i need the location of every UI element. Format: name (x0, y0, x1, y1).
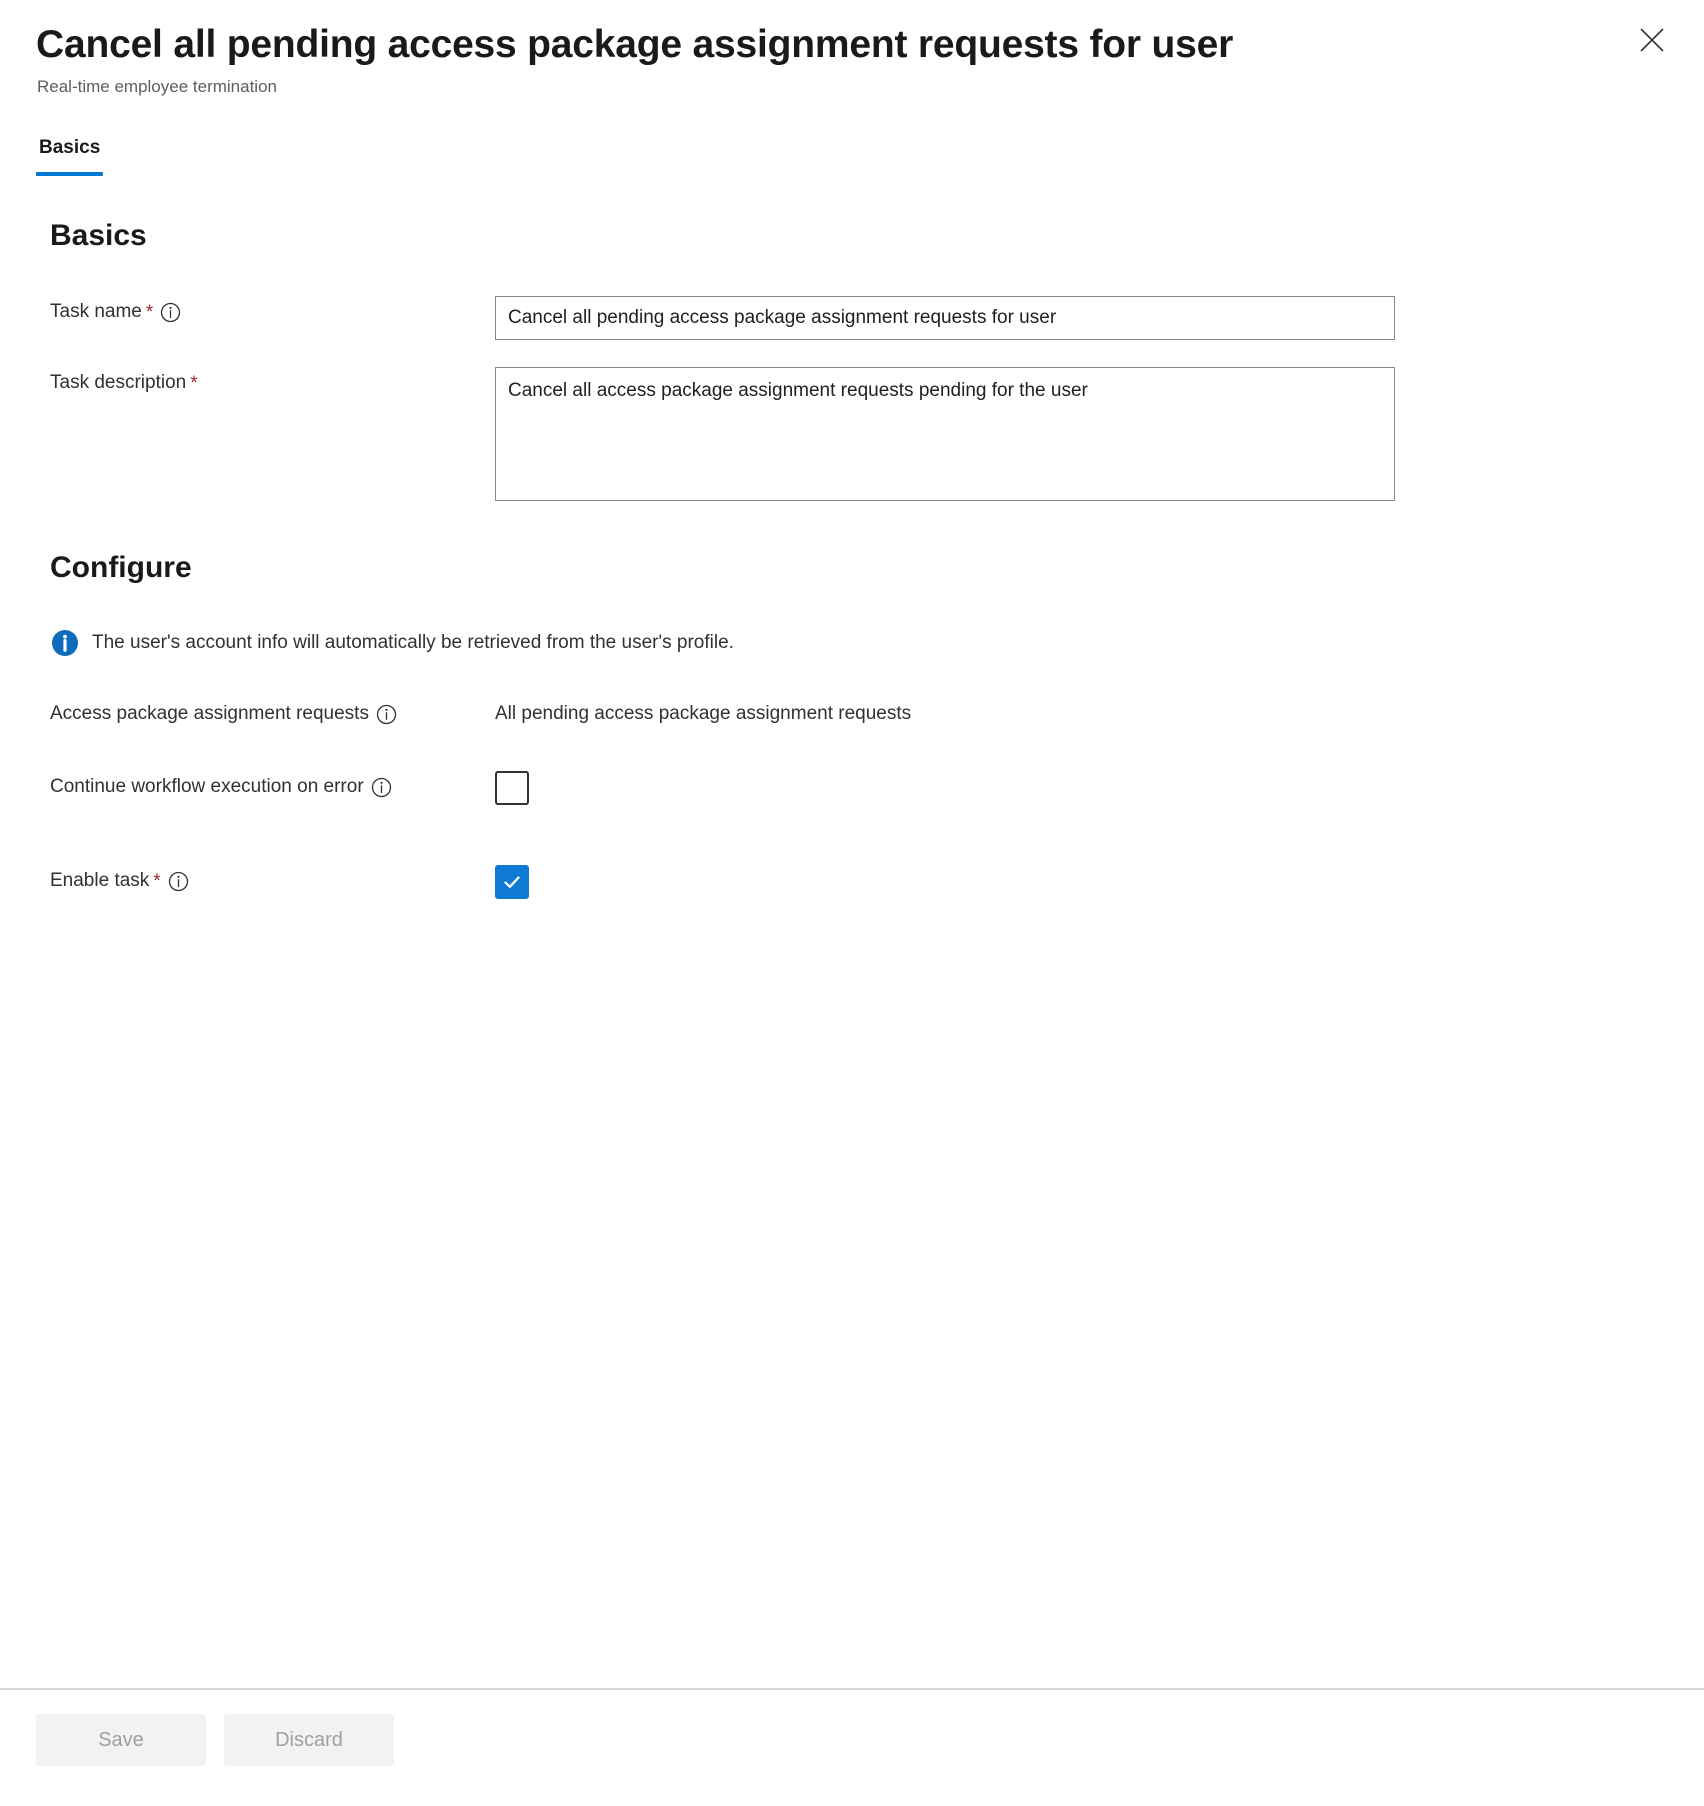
page-subtitle: Real-time employee termination (37, 77, 277, 97)
enable-task-checkbox[interactable] (495, 864, 529, 899)
field-row-enable-task: Enable task * (50, 864, 1668, 899)
checkmark-icon (501, 871, 523, 893)
info-circle-icon[interactable] (376, 704, 397, 725)
enable-task-label-text: Enable task (50, 869, 150, 891)
footer-actions: Save Discard (36, 1714, 1668, 1766)
enable-task-required-marker: * (153, 870, 161, 892)
task-description-label-text: Task description (50, 372, 187, 393)
close-icon (1639, 27, 1665, 53)
section-heading-basics: Basics (50, 219, 147, 252)
blade-header: Cancel all pending access package assign… (0, 0, 1704, 98)
tab-strip: Basics (0, 137, 1704, 176)
info-circle-icon[interactable] (160, 302, 181, 323)
section-heading-configure: Configure (50, 551, 192, 584)
enable-task-label: Enable task * (50, 865, 495, 894)
info-circle-icon[interactable] (168, 871, 189, 892)
info-circle-icon[interactable] (371, 777, 392, 798)
tab-basics-label: Basics (39, 137, 101, 159)
continue-on-error-label: Continue workflow execution on error (50, 771, 495, 800)
access-package-requests-value: All pending access package assignment re… (495, 703, 912, 724)
access-package-requests-label-text: Access package assignment requests (50, 703, 369, 724)
task-detail-blade: Cancel all pending access package assign… (0, 0, 1704, 1806)
task-description-required-marker: * (190, 372, 198, 394)
info-banner: The user's account info will automatical… (50, 628, 1668, 658)
task-name-label: Task name * (50, 296, 495, 325)
info-filled-icon (50, 628, 80, 658)
info-banner-text: The user's account info will automatical… (92, 631, 734, 653)
continue-on-error-control (495, 770, 1668, 810)
field-row-continue-on-error: Continue workflow execution on error (50, 770, 1668, 810)
continue-on-error-label-text: Continue workflow execution on error (50, 775, 364, 797)
field-row-task-name: Task name * (50, 296, 1668, 340)
task-name-control (495, 296, 1668, 340)
discard-button[interactable]: Discard (224, 1714, 394, 1766)
task-description-textarea[interactable] (495, 367, 1395, 501)
task-name-input[interactable] (495, 296, 1395, 340)
access-package-requests-label: Access package assignment requests (50, 698, 495, 727)
task-name-required-marker: * (145, 301, 154, 323)
continue-on-error-checkbox[interactable] (495, 770, 529, 805)
tab-basics[interactable]: Basics (36, 137, 104, 176)
task-description-control (495, 367, 1668, 506)
field-row-task-description: Task description * (50, 367, 1668, 506)
task-name-label-text: Task name (50, 301, 142, 322)
page-title: Cancel all pending access package assign… (36, 23, 1234, 66)
field-row-access-package-requests: Access package assignment requests All p… (50, 698, 1668, 727)
save-button[interactable]: Save (36, 1714, 206, 1766)
task-description-label: Task description * (50, 367, 495, 396)
blade-body: Basics Task name * Task de (0, 176, 1704, 1688)
close-button[interactable] (1630, 18, 1674, 62)
access-package-requests-control: All pending access package assignment re… (495, 698, 1668, 727)
enable-task-control (495, 864, 1668, 899)
blade-footer: Save Discard (0, 1688, 1704, 1806)
